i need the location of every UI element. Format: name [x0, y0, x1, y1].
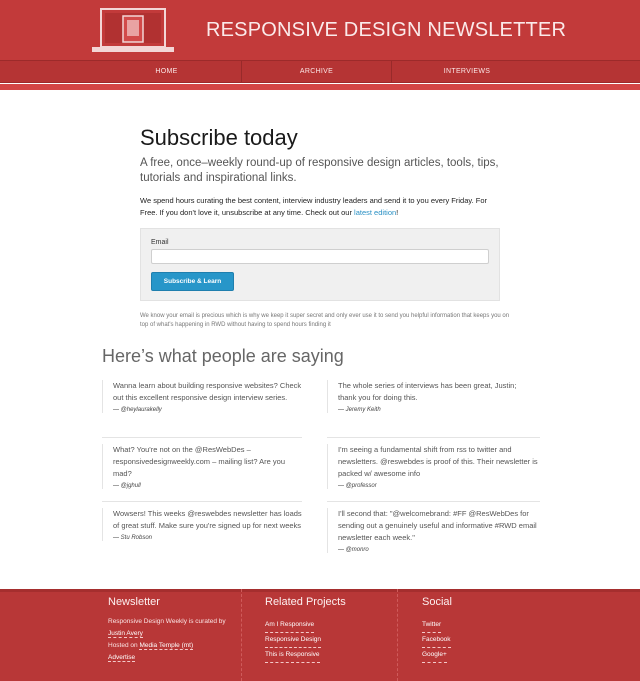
latest-edition-link[interactable]: latest edition — [354, 208, 396, 217]
testimonial: I'll second that: "@welcomebrand: #FF @R… — [327, 508, 540, 553]
divider — [327, 501, 540, 502]
testimonial: The whole series of interviews has been … — [327, 380, 527, 413]
testimonial-quote: The whole series of interviews has been … — [338, 381, 517, 402]
email-field[interactable] — [151, 249, 489, 264]
intro-text-end: ! — [396, 208, 399, 217]
testimonial-quote: Wowsers! This weeks @reswebdes newslette… — [113, 509, 302, 530]
curator-link[interactable]: Justin Avery — [108, 630, 143, 638]
testimonial-quote: I'll second that: "@welcomebrand: #FF @R… — [338, 509, 537, 542]
testimonial-author: — @heylaurakelly — [113, 407, 162, 413]
lead-text: A free, once–weekly round-up of responsi… — [140, 157, 499, 184]
social-link-twitter[interactable]: Twitter — [422, 618, 442, 633]
footer-related-title: Related Projects — [265, 596, 346, 608]
divider — [102, 501, 302, 502]
nav-item-archive[interactable]: ARCHIVE — [242, 61, 391, 82]
footer-border — [0, 589, 640, 592]
email-label: Email — [151, 239, 169, 246]
host-link[interactable]: Media Temple (mt) — [139, 642, 194, 650]
footer-social-title: Social — [422, 596, 452, 608]
testimonial-quote: What? You're not on the @ResWebDes – res… — [113, 445, 286, 478]
social-link-facebook[interactable]: Facebook — [422, 633, 451, 648]
testimonial: Wowsers! This weeks @reswebdes newslette… — [102, 508, 302, 541]
footer-social-links: Twitter Facebook Google+ — [422, 618, 451, 663]
testimonial-quote: I'm seeing a fundamental shift from rss … — [338, 445, 538, 478]
laptop-phone-icon[interactable] — [92, 8, 174, 54]
page-title: Subscribe today — [140, 125, 298, 150]
nav-accent-strip — [0, 84, 640, 90]
footer-divider — [397, 589, 398, 681]
testimonial-quote: Wanna learn about building responsive we… — [113, 381, 302, 402]
social-link-google-plus[interactable]: Google+ — [422, 648, 447, 663]
related-link-responsive-design[interactable]: Responsive Design — [265, 633, 322, 648]
nav-item-interviews[interactable]: INTERVIEWS — [392, 61, 542, 82]
testimonial-author: — @monro — [338, 547, 369, 553]
subscribe-form: Email Subscribe & Learn — [140, 228, 500, 301]
footer-newsletter-text: Responsive Design Weekly is curated by J… — [108, 616, 233, 664]
footer-related-links: Am I Responsive Responsive Design This i… — [265, 618, 322, 663]
curated-text: Responsive Design Weekly is curated by — [108, 618, 226, 625]
subscribe-button[interactable]: Subscribe & Learn — [151, 272, 234, 291]
testimonial: I'm seeing a fundamental shift from rss … — [327, 444, 540, 489]
footer-divider — [241, 589, 242, 681]
site-title: RESPONSIVE DESIGN NEWSLETTER — [206, 19, 567, 41]
testimonial: What? You're not on the @ResWebDes – res… — [102, 444, 302, 489]
related-link-this-is-responsive[interactable]: This is Responsive — [265, 648, 320, 663]
testimonial-author: — @jghull — [113, 483, 141, 489]
divider — [327, 437, 540, 438]
testimonial: Wanna learn about building responsive we… — [102, 380, 302, 413]
divider — [102, 437, 302, 438]
intro-text-part: We spend hours curating the best content… — [140, 196, 487, 217]
hosted-text: Hosted on — [108, 642, 140, 649]
testimonial-author: — Stu Robson — [113, 535, 153, 541]
testimonial-author: — Jeremy Keith — [338, 407, 381, 413]
footer-newsletter-title: Newsletter — [108, 596, 160, 608]
related-link-am-i-responsive[interactable]: Am I Responsive — [265, 618, 315, 633]
intro-text: We spend hours curating the best content… — [140, 195, 500, 219]
testimonial-author: — @professor — [338, 483, 377, 489]
testimonials-heading: Here’s what people are saying — [102, 346, 344, 366]
advertise-link[interactable]: Advertise — [108, 654, 136, 662]
main-nav: HOME ARCHIVE INTERVIEWS — [0, 60, 640, 83]
nav-item-home[interactable]: HOME — [92, 61, 241, 82]
privacy-note: We know your email is precious which is … — [140, 313, 510, 328]
site-header: RESPONSIVE DESIGN NEWSLETTER — [0, 0, 640, 60]
